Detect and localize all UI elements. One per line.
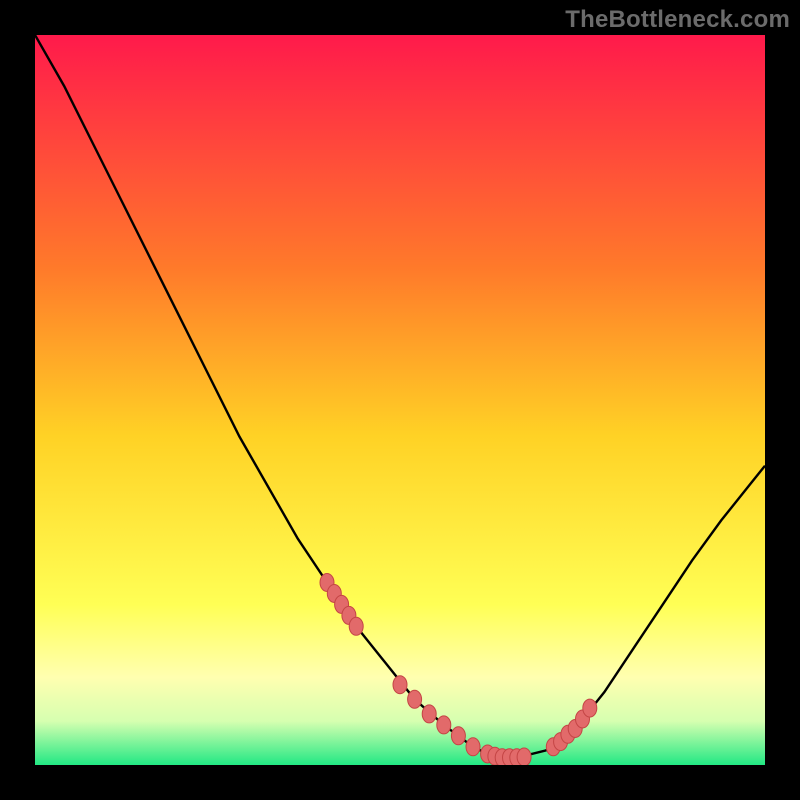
highlight-marker bbox=[451, 727, 465, 745]
highlight-marker bbox=[393, 676, 407, 694]
highlight-marker bbox=[349, 617, 363, 635]
watermark-text: TheBottleneck.com bbox=[565, 6, 790, 34]
highlight-marker bbox=[408, 690, 422, 708]
gradient-background bbox=[35, 35, 765, 765]
chart-frame bbox=[35, 35, 765, 765]
highlight-marker bbox=[437, 716, 451, 734]
highlight-marker bbox=[466, 738, 480, 756]
highlight-marker bbox=[583, 699, 597, 717]
highlight-marker bbox=[517, 748, 531, 765]
highlight-marker bbox=[422, 705, 436, 723]
bottleneck-chart bbox=[35, 35, 765, 765]
